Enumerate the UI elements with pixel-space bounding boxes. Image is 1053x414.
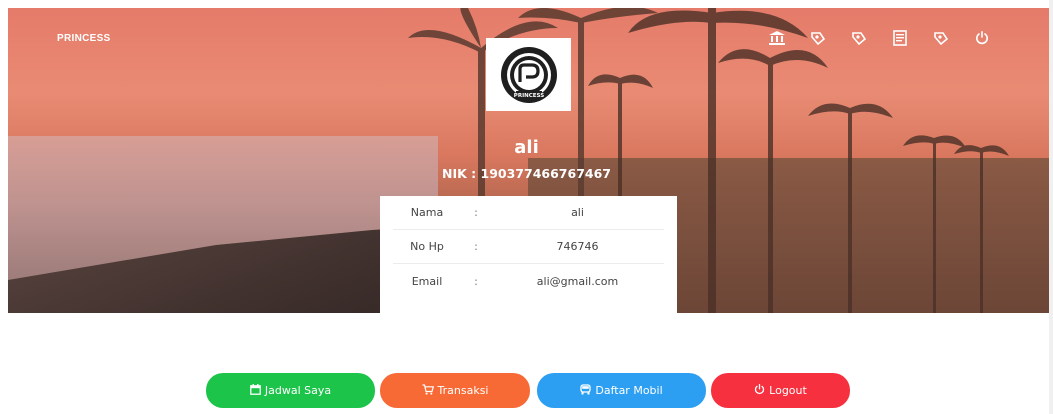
info-row-email: Email : ali@gmail.com [393,264,664,298]
brand-title[interactable]: PRINCESS [57,33,111,44]
princess-logo: PRINCESS [500,46,557,103]
logout-label: Logout [769,384,807,397]
money-icon[interactable] [928,28,954,48]
transaksi-label: Transaksi [437,384,489,397]
logo-box: PRINCESS [486,38,571,111]
info-separator: : [474,274,478,288]
power-icon [754,383,765,398]
transaksi-button[interactable]: Transaksi [380,373,530,408]
info-value: 746746 [556,240,599,253]
info-row-nama: Nama : ali [393,196,664,230]
receipt-icon[interactable] [887,28,913,48]
info-separator: : [474,206,478,219]
power-icon[interactable] [969,28,995,48]
jadwal-saya-button[interactable]: Jadwal Saya [206,373,375,408]
info-value: ali [571,206,584,219]
page-scrollbar[interactable] [1049,0,1053,414]
info-label: Nama [410,206,444,219]
money-icon[interactable] [846,28,872,48]
money-icon[interactable] [805,28,831,48]
bank-icon[interactable] [764,28,790,48]
info-value: ali@gmail.com [536,274,619,288]
info-separator: : [474,240,478,253]
daftar-mobil-button[interactable]: Daftar Mobil [537,373,706,408]
profile-name: ali [514,137,539,158]
jadwal-saya-label: Jadwal Saya [264,384,332,397]
cart-icon [422,383,434,398]
logout-button[interactable]: Logout [711,373,850,408]
profile-info-card: Nama : ali No Hp : 746746 Email : ali@gm… [380,196,677,313]
car-icon [580,383,592,398]
top-nav [764,28,1010,48]
daftar-mobil-label: Daftar Mobil [595,384,663,397]
info-label: No Hp [410,240,444,253]
info-label: Email [411,274,443,288]
profile-nik: NIK : 190377466767467 [442,166,611,181]
info-row-nohp: No Hp : 746746 [393,230,664,264]
calendar-icon [250,383,261,398]
logo-ring-text: PRINCESS [513,92,543,98]
